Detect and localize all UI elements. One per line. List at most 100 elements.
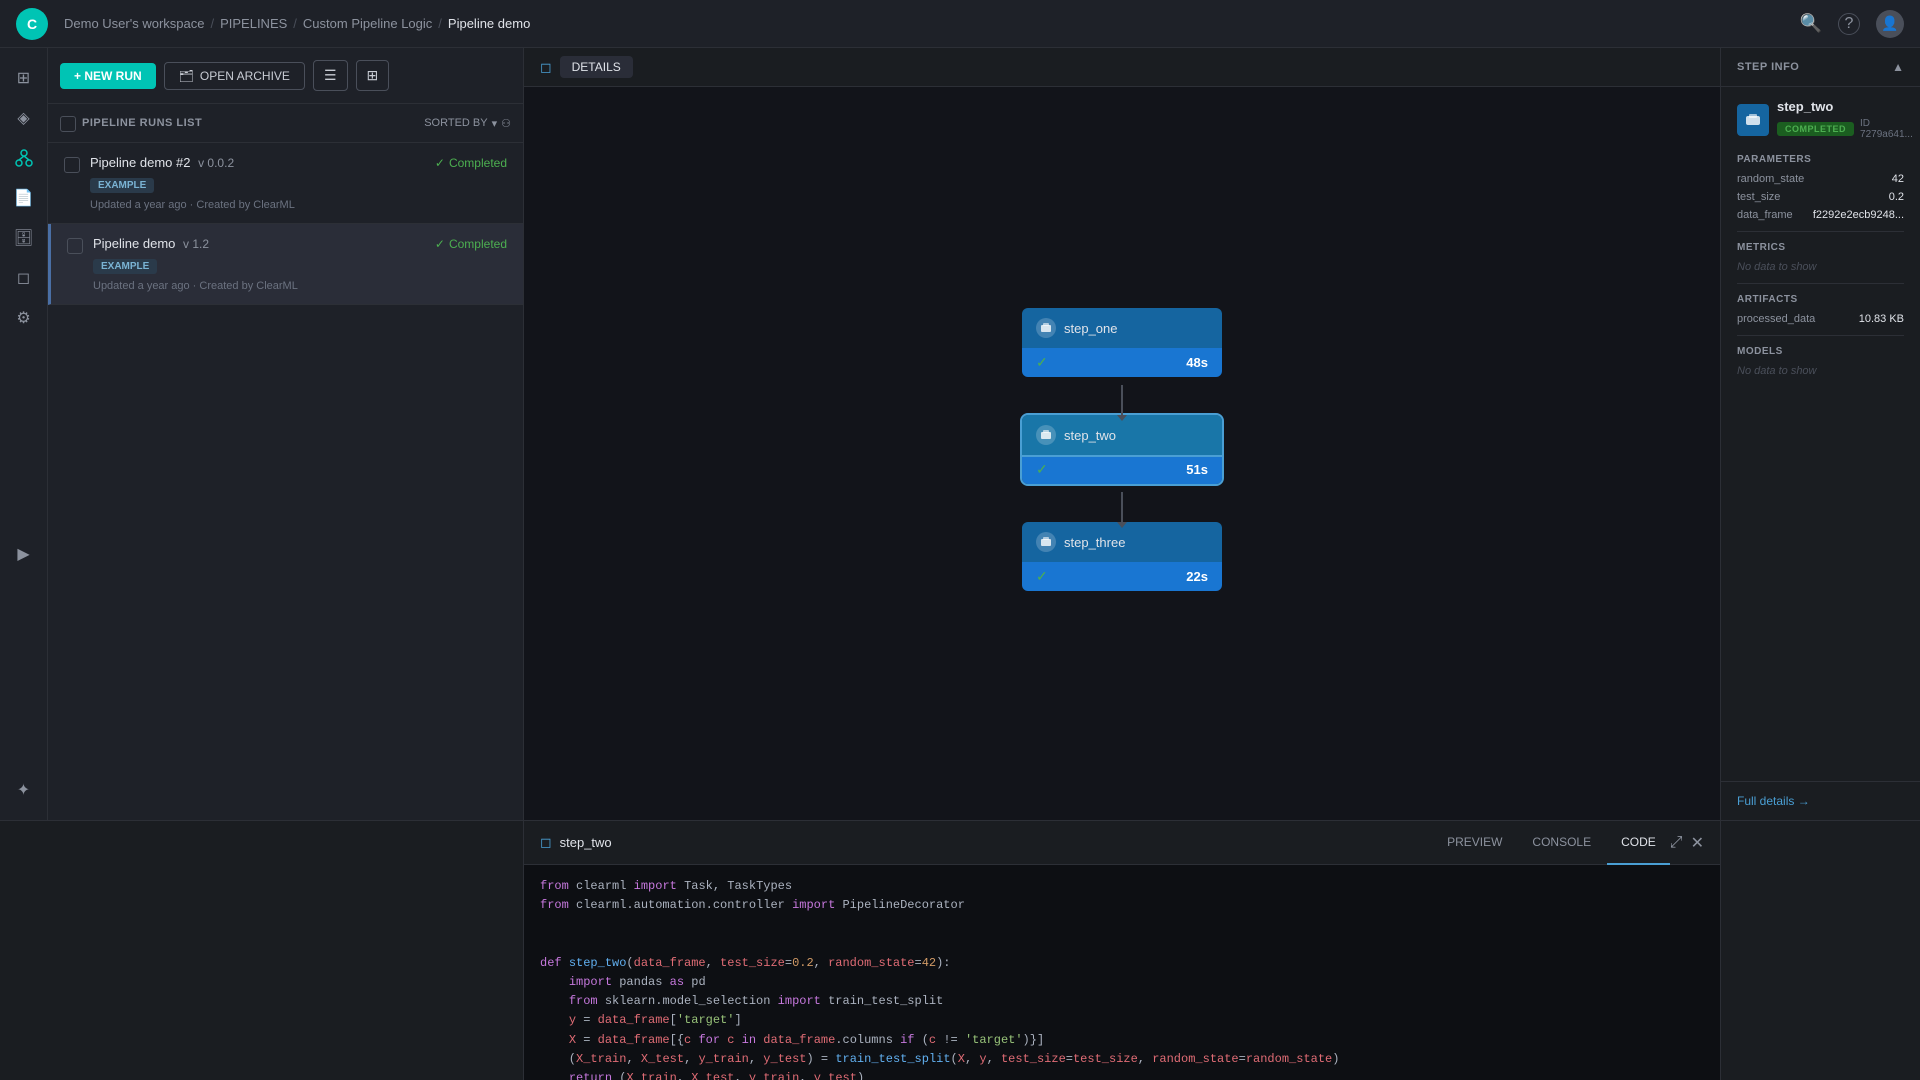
artifact-value: 10.83 KB	[1859, 313, 1904, 325]
main-layout: ⊞ ◈ 📄 🗄 ◻ ⚙ ▶ ✦ + NEW RUN 🗂 OPEN ARCHIVE…	[0, 48, 1920, 820]
arrow-line-2	[1121, 492, 1123, 522]
code-line-2: from clearml.automation.controller impor…	[540, 896, 1704, 915]
canvas-toolbar: ◻ DETAILS	[524, 48, 1720, 87]
tab-console[interactable]: CONSOLE	[1518, 821, 1605, 865]
details-tab[interactable]: DETAILS	[560, 56, 633, 78]
breadcrumb: Demo User's workspace / PIPELINES / Cust…	[64, 16, 1800, 31]
sorted-by-label: SORTED BY	[424, 117, 487, 129]
bottom-tabs: PREVIEW CONSOLE CODE	[1433, 821, 1670, 865]
node-check-step-three: ✓	[1036, 568, 1048, 585]
bottom-step-name: ◻ step_two	[540, 834, 1433, 851]
bottom-left-spacer	[0, 820, 524, 1080]
run-checkbox-2[interactable]	[67, 238, 83, 254]
step-badge: COMPLETED	[1777, 122, 1854, 136]
step-name-text: step_two	[1777, 99, 1913, 114]
new-run-button[interactable]: + NEW RUN	[60, 63, 156, 89]
run-meta-1: Updated a year ago · Created by ClearML	[90, 199, 507, 211]
step-info-collapse-icon[interactable]: ▲	[1892, 60, 1904, 74]
runs-header: PIPELINE RUNS LIST SORTED BY ▾ ⚇	[48, 104, 523, 143]
canvas-wrapper: ◻ DETAILS step_one ✓	[524, 48, 1920, 820]
node-header-step-one: step_one	[1022, 308, 1222, 348]
select-all-checkbox[interactable]	[60, 116, 76, 132]
breadcrumb-sep2: /	[293, 16, 297, 31]
user-avatar[interactable]: 👤	[1876, 10, 1904, 38]
code-line-6: import pandas as pd	[540, 973, 1704, 992]
param-val-test-size: 0.2	[1889, 191, 1904, 203]
step-id: ID 7279a641...	[1860, 118, 1913, 140]
sidebar-item-experiments[interactable]: ◈	[6, 100, 42, 136]
run-checkbox-1[interactable]	[64, 157, 80, 173]
artifacts-title: ARTIFACTS	[1737, 294, 1904, 305]
search-icon[interactable]: 🔍	[1800, 13, 1822, 34]
sorted-by[interactable]: SORTED BY ▾ ⚇	[424, 117, 511, 130]
arrow-line-1	[1121, 385, 1123, 415]
step-name-info: step_two COMPLETED ID 7279a641...	[1777, 99, 1913, 140]
node-time-step-three: 22s	[1186, 569, 1208, 584]
breadcrumb-pipelines: PIPELINES	[220, 16, 287, 31]
tab-code[interactable]: CODE	[1607, 821, 1670, 865]
tab-console-label: CONSOLE	[1532, 835, 1591, 849]
parameters-title: PARAMETERS	[1737, 154, 1904, 165]
run-item-selected[interactable]: Pipeline demo v 1.2 ✓ Completed EXAMPLE …	[48, 224, 523, 305]
tab-code-label: CODE	[1621, 835, 1656, 849]
pipeline-node-step-one[interactable]: step_one ✓ 48s	[1022, 308, 1222, 377]
bottom-right-spacer	[1720, 820, 1920, 1080]
node-footer-step-three: ✓ 22s	[1022, 562, 1222, 591]
list-view-button[interactable]: ☰	[313, 60, 348, 91]
run-header-row-1: Pipeline demo #2 v 0.0.2 ✓ Completed	[90, 155, 507, 170]
code-line-5: def step_two(data_frame, test_size=0.2, …	[540, 954, 1704, 973]
sidebar-item-orchestration[interactable]: ⚙	[6, 300, 42, 336]
run-name-1: Pipeline demo #2 v 0.0.2	[90, 155, 234, 170]
grid-view-button[interactable]: ⊞	[356, 60, 390, 91]
breadcrumb-sep1: /	[210, 16, 214, 31]
full-details-link[interactable]: Full details →	[1721, 781, 1920, 820]
pipeline-canvas: step_one ✓ 48s	[524, 87, 1720, 820]
sidebar-item-pipelines[interactable]	[6, 140, 42, 176]
code-line-3	[540, 915, 1704, 934]
open-archive-button[interactable]: 🗂 OPEN ARCHIVE	[164, 62, 305, 90]
step-info-header: STEP INFO ▲	[1721, 48, 1920, 87]
step-info-panel: STEP INFO ▲ step_two COMPLETED ID 727	[1720, 48, 1920, 820]
open-archive-label: OPEN ARCHIVE	[200, 69, 290, 83]
pipeline-node-step-three[interactable]: step_three ✓ 22s	[1022, 522, 1222, 591]
id-value: 7279a641...	[1860, 129, 1913, 140]
node-icon-step-three	[1036, 532, 1056, 552]
step-info-body: step_two COMPLETED ID 7279a641... PARAME…	[1721, 87, 1920, 781]
code-area: from clearml import Task, TaskTypes from…	[524, 865, 1720, 1080]
expand-icon[interactable]: ⤢	[1670, 834, 1683, 852]
sidebar-item-reports[interactable]: 📄	[6, 180, 42, 216]
run-status-1: ✓ Completed	[435, 156, 507, 170]
run-tag-2: EXAMPLE	[93, 259, 157, 274]
node-check-step-one: ✓	[1036, 354, 1048, 371]
models-title: MODELS	[1737, 346, 1904, 357]
divider-2	[1737, 283, 1904, 284]
step-icon-box	[1737, 104, 1769, 136]
tab-preview[interactable]: PREVIEW	[1433, 821, 1516, 865]
run-version-1: v 0.0.2	[198, 156, 234, 170]
arrow-2	[1121, 492, 1123, 522]
breadcrumb-workspace: Demo User's workspace	[64, 16, 204, 31]
step-badge-row: COMPLETED ID 7279a641...	[1777, 118, 1913, 140]
node-header-step-three: step_three	[1022, 522, 1222, 562]
bottom-panel-header: ◻ step_two PREVIEW CONSOLE CODE ⤢ ✕	[524, 821, 1720, 865]
help-icon[interactable]: ?	[1838, 13, 1860, 35]
param-key-random-state: random_state	[1737, 173, 1804, 185]
sidebar-item-models[interactable]: ◻	[6, 260, 42, 296]
bottom-actions: ⤢ ✕	[1670, 833, 1704, 853]
filter-icon[interactable]: ⚇	[501, 117, 511, 130]
header-icons: 🔍 ? 👤	[1800, 10, 1904, 38]
param-row-random-state: random_state 42	[1737, 173, 1904, 185]
breadcrumb-custom: Custom Pipeline Logic	[303, 16, 432, 31]
sidebar-item-datasets[interactable]: 🗄	[6, 220, 42, 256]
sidebar-item-deploy[interactable]: ▶	[6, 536, 42, 572]
run-name-text-1: Pipeline demo #2	[90, 155, 190, 170]
canvas-inner: ◻ DETAILS step_one ✓	[524, 48, 1720, 820]
header: C Demo User's workspace / PIPELINES / Cu…	[0, 0, 1920, 48]
sidebar-item-dashboard[interactable]: ⊞	[6, 60, 42, 96]
runs-title: PIPELINE RUNS LIST	[60, 114, 202, 132]
close-icon[interactable]: ✕	[1691, 833, 1704, 853]
pipeline-node-step-two[interactable]: step_two ✓ 51s	[1022, 415, 1222, 484]
models-no-data: No data to show	[1737, 365, 1904, 377]
sidebar-item-slack[interactable]: ✦	[6, 772, 42, 808]
run-item[interactable]: Pipeline demo #2 v 0.0.2 ✓ Completed EXA…	[48, 143, 523, 224]
